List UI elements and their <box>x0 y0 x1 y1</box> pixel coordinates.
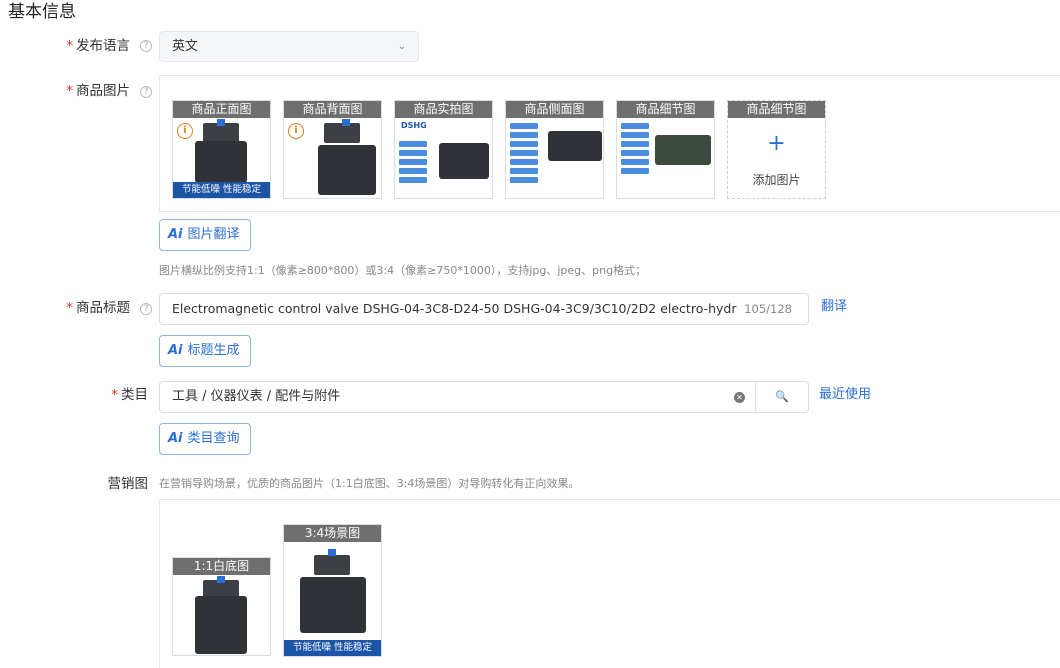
product-images-panel: 商品正面图 i 节能低噪 性能稳定 商品背面图 i 商品实拍图 DSHG 商品侧… <box>159 75 1060 212</box>
warning-icon[interactable]: i <box>288 123 304 139</box>
section-title: 基本信息 <box>8 2 76 22</box>
valve-image <box>300 577 366 633</box>
valve-image <box>548 131 602 161</box>
recent-used-link[interactable]: 最近使用 <box>819 385 871 405</box>
image-hint: 图片横纵比例支持1:1（像素≥800*800）或3:4（像素≥750*1000）… <box>159 264 647 277</box>
thumb-front[interactable]: 商品正面图 i 节能低噪 性能稳定 <box>172 100 271 199</box>
add-image-button[interactable]: 商品细节图 + 添加图片 <box>727 100 826 199</box>
marketing-label: 营销图 <box>107 476 149 492</box>
title-generate-button[interactable]: Ai 标题生成 <box>159 335 251 367</box>
image-translate-button[interactable]: Ai 图片翻译 <box>159 219 251 251</box>
images-label: * 商品图片 <box>66 83 130 99</box>
thumb-white-bg[interactable]: 1:1白底图 <box>172 557 271 656</box>
help-icon[interactable]: ? <box>140 40 152 52</box>
language-label: * 发布语言 <box>66 38 130 54</box>
valve-image <box>439 143 489 179</box>
char-count: 105/128 <box>738 294 792 324</box>
ai-icon: Ai <box>168 343 183 358</box>
search-icon: 🔍 <box>775 390 789 403</box>
language-select[interactable]: 英文 ⌄ <box>159 31 419 62</box>
valve-image <box>195 141 247 183</box>
valve-image <box>655 135 711 165</box>
thumb-real[interactable]: 商品实拍图 DSHG <box>394 100 493 199</box>
thumb-scene[interactable]: 3:4场景图 节能低噪 性能稳定 <box>283 524 382 657</box>
help-icon[interactable]: ? <box>140 303 152 315</box>
help-icon[interactable]: ? <box>140 86 152 98</box>
chevron-down-icon: ⌄ <box>397 41 406 52</box>
plus-icon: + <box>767 131 786 156</box>
category-label: * 类目 <box>111 387 148 403</box>
category-input[interactable]: 工具 / 仪器仪表 / 配件与附件 ✕ <box>159 381 756 413</box>
warning-icon[interactable]: i <box>177 123 193 139</box>
thumb-detail[interactable]: 商品细节图 <box>616 100 715 199</box>
category-search-button[interactable]: 🔍 <box>755 381 809 413</box>
language-value: 英文 <box>172 39 199 54</box>
clear-icon[interactable]: ✕ <box>734 392 745 403</box>
valve-image <box>318 145 376 195</box>
title-input[interactable]: Electromagnetic control valve DSHG-04-3C… <box>159 293 809 325</box>
category-query-button[interactable]: Ai 类目查询 <box>159 423 251 455</box>
thumb-side[interactable]: 商品侧面图 <box>505 100 604 199</box>
valve-image <box>195 596 247 654</box>
translate-link[interactable]: 翻译 <box>821 297 847 317</box>
thumb-back[interactable]: 商品背面图 i <box>283 100 382 199</box>
marketing-hint: 在营销导购场景，优质的商品图片（1:1白底图、3:4场景图）对导购转化有正向效果… <box>159 477 580 490</box>
ai-icon: Ai <box>168 431 183 446</box>
ai-icon: Ai <box>168 227 183 242</box>
title-label: * 商品标题 <box>66 300 130 316</box>
marketing-images-panel: 1:1白底图 3:4场景图 节能低噪 性能稳定 <box>159 499 1060 668</box>
